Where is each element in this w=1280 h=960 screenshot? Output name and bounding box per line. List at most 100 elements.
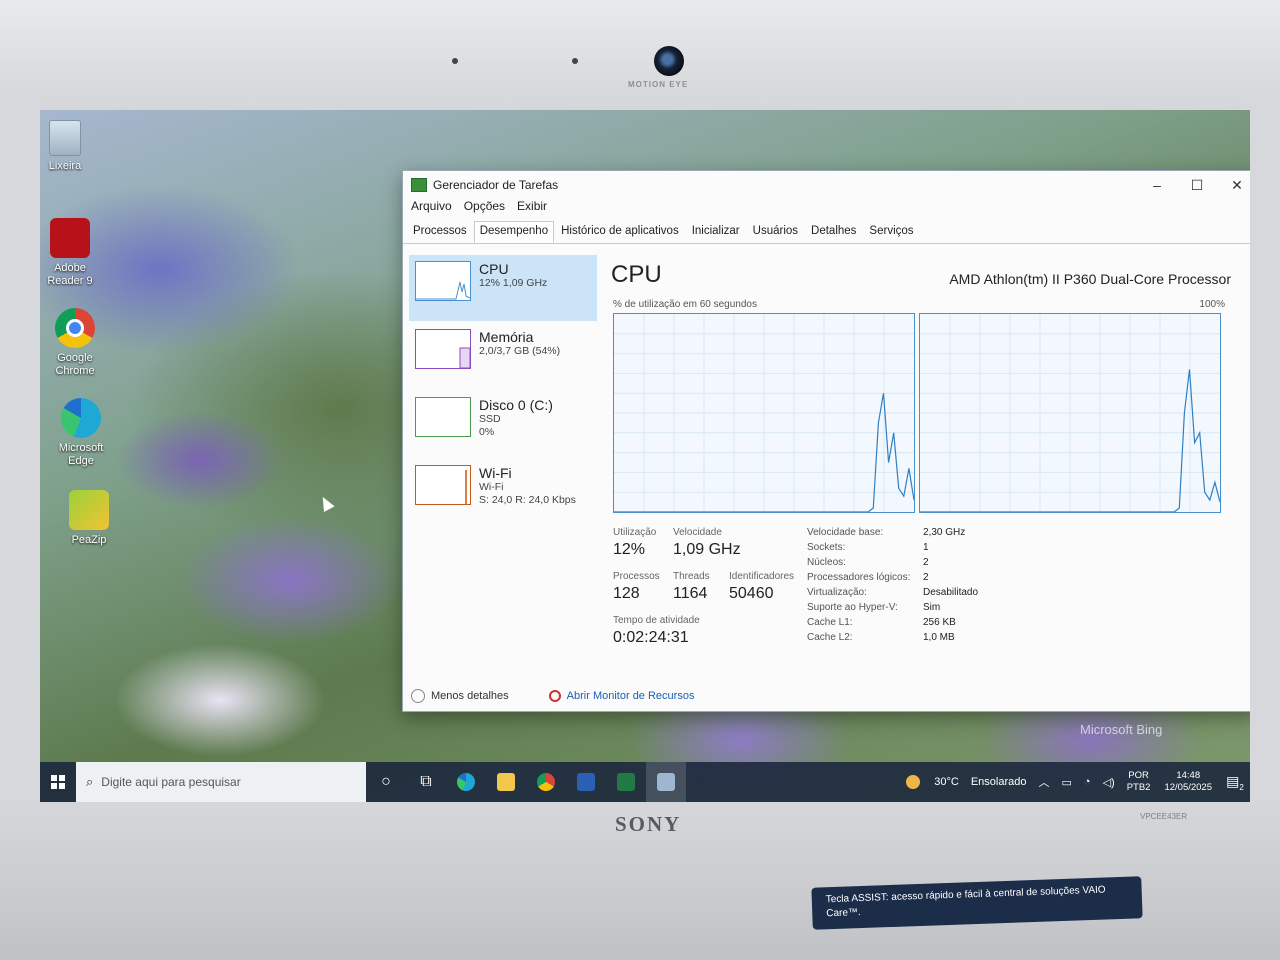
detail-label: Suporte ao Hyper-V: (807, 602, 898, 613)
desktop-icon-adobe-reader[interactable]: Adobe Reader 9 (40, 218, 105, 288)
desktop-icon-recycle-bin[interactable]: Lixeira (40, 120, 100, 173)
start-button[interactable] (40, 762, 76, 802)
title-bar[interactable]: Gerenciador de Tarefas – ☐ ✕ (403, 171, 1250, 199)
notification-count: 2 (1239, 782, 1244, 792)
taskbar-edge[interactable] (446, 762, 486, 802)
wallpaper-credit: Microsoft Bing (1080, 722, 1163, 737)
desktop-screen: Lixeira Adobe Reader 9 Google Chrome Mic… (40, 110, 1250, 802)
windows-logo-icon (51, 775, 65, 789)
detail-value: 2 (923, 557, 929, 568)
detail-value: 256 KB (923, 617, 956, 628)
tab-usuarios[interactable]: Usuários (747, 221, 804, 243)
peazip-icon (69, 490, 109, 530)
adobe-reader-icon (50, 218, 90, 258)
sidebar-item-disk[interactable]: Disco 0 (C:) SSD 0% (409, 391, 597, 457)
detail-value: Desabilitado (923, 587, 979, 598)
minimize-button[interactable]: – (1137, 177, 1177, 193)
sidebar-item-line2: 0% (479, 426, 495, 438)
laptop-left-bezel (0, 100, 40, 820)
maximize-button[interactable]: ☐ (1177, 177, 1217, 194)
weather-description[interactable]: Ensolarado (971, 776, 1027, 788)
search-placeholder: Digite aqui para pesquisar (101, 775, 241, 789)
recycle-bin-icon (49, 120, 81, 156)
chrome-icon (537, 773, 555, 791)
detail-value: Sim (923, 602, 941, 613)
tab-strip: Processos Desempenho Histórico de aplica… (403, 221, 1250, 244)
tab-historico[interactable]: Histórico de aplicativos (555, 221, 685, 243)
sidebar-item-cpu[interactable]: CPU 12% 1,09 GHz (409, 255, 597, 321)
tab-processos[interactable]: Processos (407, 221, 473, 243)
microphone-dot (572, 58, 578, 64)
cpu-core-0-plot (614, 314, 914, 512)
chrome-icon (55, 308, 95, 348)
sidebar-item-title: CPU (479, 261, 509, 277)
taskbar-chrome[interactable] (526, 762, 566, 802)
language-indicator[interactable]: POR PTB2 (1127, 770, 1151, 794)
search-icon: ⌕ (86, 774, 94, 789)
taskbar-excel[interactable] (606, 762, 646, 802)
less-details-link[interactable]: Menos detalhes (431, 690, 509, 702)
desktop-icon-label: Lixeira (48, 160, 82, 172)
uptime-label: Tempo de atividade (613, 615, 700, 626)
tab-inicializar[interactable]: Inicializar (686, 221, 746, 243)
sidebar-item-line1: 12% 1,09 GHz (479, 277, 548, 289)
desktop-icon-label: Adobe Reader 9 (47, 262, 93, 287)
language-code: POR (1128, 770, 1149, 781)
speed-value: 1,09 GHz (673, 541, 741, 558)
battery-icon[interactable]: ▭ (1062, 776, 1072, 789)
microphone-dot (452, 58, 458, 64)
task-view-button[interactable]: ⧉ (406, 762, 446, 802)
detail-label: Processadores lógicos: (807, 572, 911, 583)
desktop-icon-edge[interactable]: Microsoft Edge (46, 398, 116, 468)
resource-monitor-link[interactable]: Abrir Monitor de Recursos (567, 690, 695, 702)
notification-button[interactable]: ▤2 (1220, 773, 1250, 792)
cpu-model-name: AMD Athlon(tm) II P360 Dual-Core Process… (949, 271, 1231, 287)
sidebar-item-line1: Wi-Fi (479, 481, 504, 493)
utilization-label: Utilização (613, 527, 657, 538)
cortana-button[interactable]: ○ (366, 762, 406, 802)
chevron-up-icon[interactable] (411, 689, 425, 703)
detail-value: 1 (923, 542, 929, 553)
edge-icon (61, 398, 101, 438)
cpu-thumbnail-spark (416, 281, 471, 300)
chevron-up-icon[interactable]: ︿ (1039, 774, 1050, 790)
task-manager-window: Gerenciador de Tarefas – ☐ ✕ Arquivo Opç… (402, 170, 1250, 712)
detail-value: 2 (923, 572, 929, 583)
weather-temperature[interactable]: 30°C (934, 776, 959, 788)
system-tray: 30°C Ensolarado ︿ ▭ ◔ ◁) POR PTB2 14:48 … (906, 762, 1250, 802)
tab-detalhes[interactable]: Detalhes (805, 221, 862, 243)
sidebar-item-wifi[interactable]: Wi-Fi Wi-Fi S: 24,0 R: 24,0 Kbps (409, 459, 597, 525)
sun-icon (906, 775, 921, 789)
task-manager-icon (411, 178, 427, 192)
processes-label: Processos (613, 571, 660, 582)
graph-max-label: 100% (1199, 299, 1225, 310)
desktop-icon-chrome[interactable]: Google Chrome (40, 308, 110, 378)
sidebar-item-title: Disco 0 (C:) (479, 397, 553, 413)
desktop-icon-peazip[interactable]: PeaZip (54, 490, 124, 547)
brand-logo: SONY (615, 812, 682, 836)
threads-value: 1164 (673, 585, 708, 602)
taskbar-file-explorer[interactable] (486, 762, 526, 802)
clock[interactable]: 14:48 12/05/2025 (1164, 770, 1212, 794)
task-manager-icon (657, 773, 675, 791)
tab-servicos[interactable]: Serviços (863, 221, 919, 243)
desktop-icon-label: Google Chrome (55, 352, 95, 377)
page-title: CPU (611, 261, 662, 288)
taskbar: ⌕ Digite aqui para pesquisar ○ ⧉ 30°C En… (40, 762, 1250, 802)
sidebar-item-title: Memória (479, 329, 534, 345)
taskbar-search[interactable]: ⌕ Digite aqui para pesquisar (76, 762, 366, 802)
taskbar-word[interactable] (566, 762, 606, 802)
menu-arquivo[interactable]: Arquivo (411, 199, 452, 221)
tab-desempenho[interactable]: Desempenho (473, 221, 555, 243)
sidebar-item-title: Wi-Fi (479, 465, 512, 481)
close-button[interactable]: ✕ (1217, 177, 1250, 194)
network-icon[interactable]: ◔ (1084, 776, 1091, 788)
volume-icon[interactable]: ◁) (1103, 776, 1115, 789)
menu-exibir[interactable]: Exibir (517, 199, 547, 221)
menu-opcoes[interactable]: Opções (464, 199, 505, 221)
memory-thumbnail-graph (415, 329, 471, 369)
sidebar-item-memory[interactable]: Memória 2,0/3,7 GB (54%) (409, 323, 597, 389)
sidebar-item-line1: SSD (479, 413, 501, 425)
handles-value: 50460 (729, 585, 774, 602)
taskbar-task-manager[interactable] (646, 762, 686, 802)
